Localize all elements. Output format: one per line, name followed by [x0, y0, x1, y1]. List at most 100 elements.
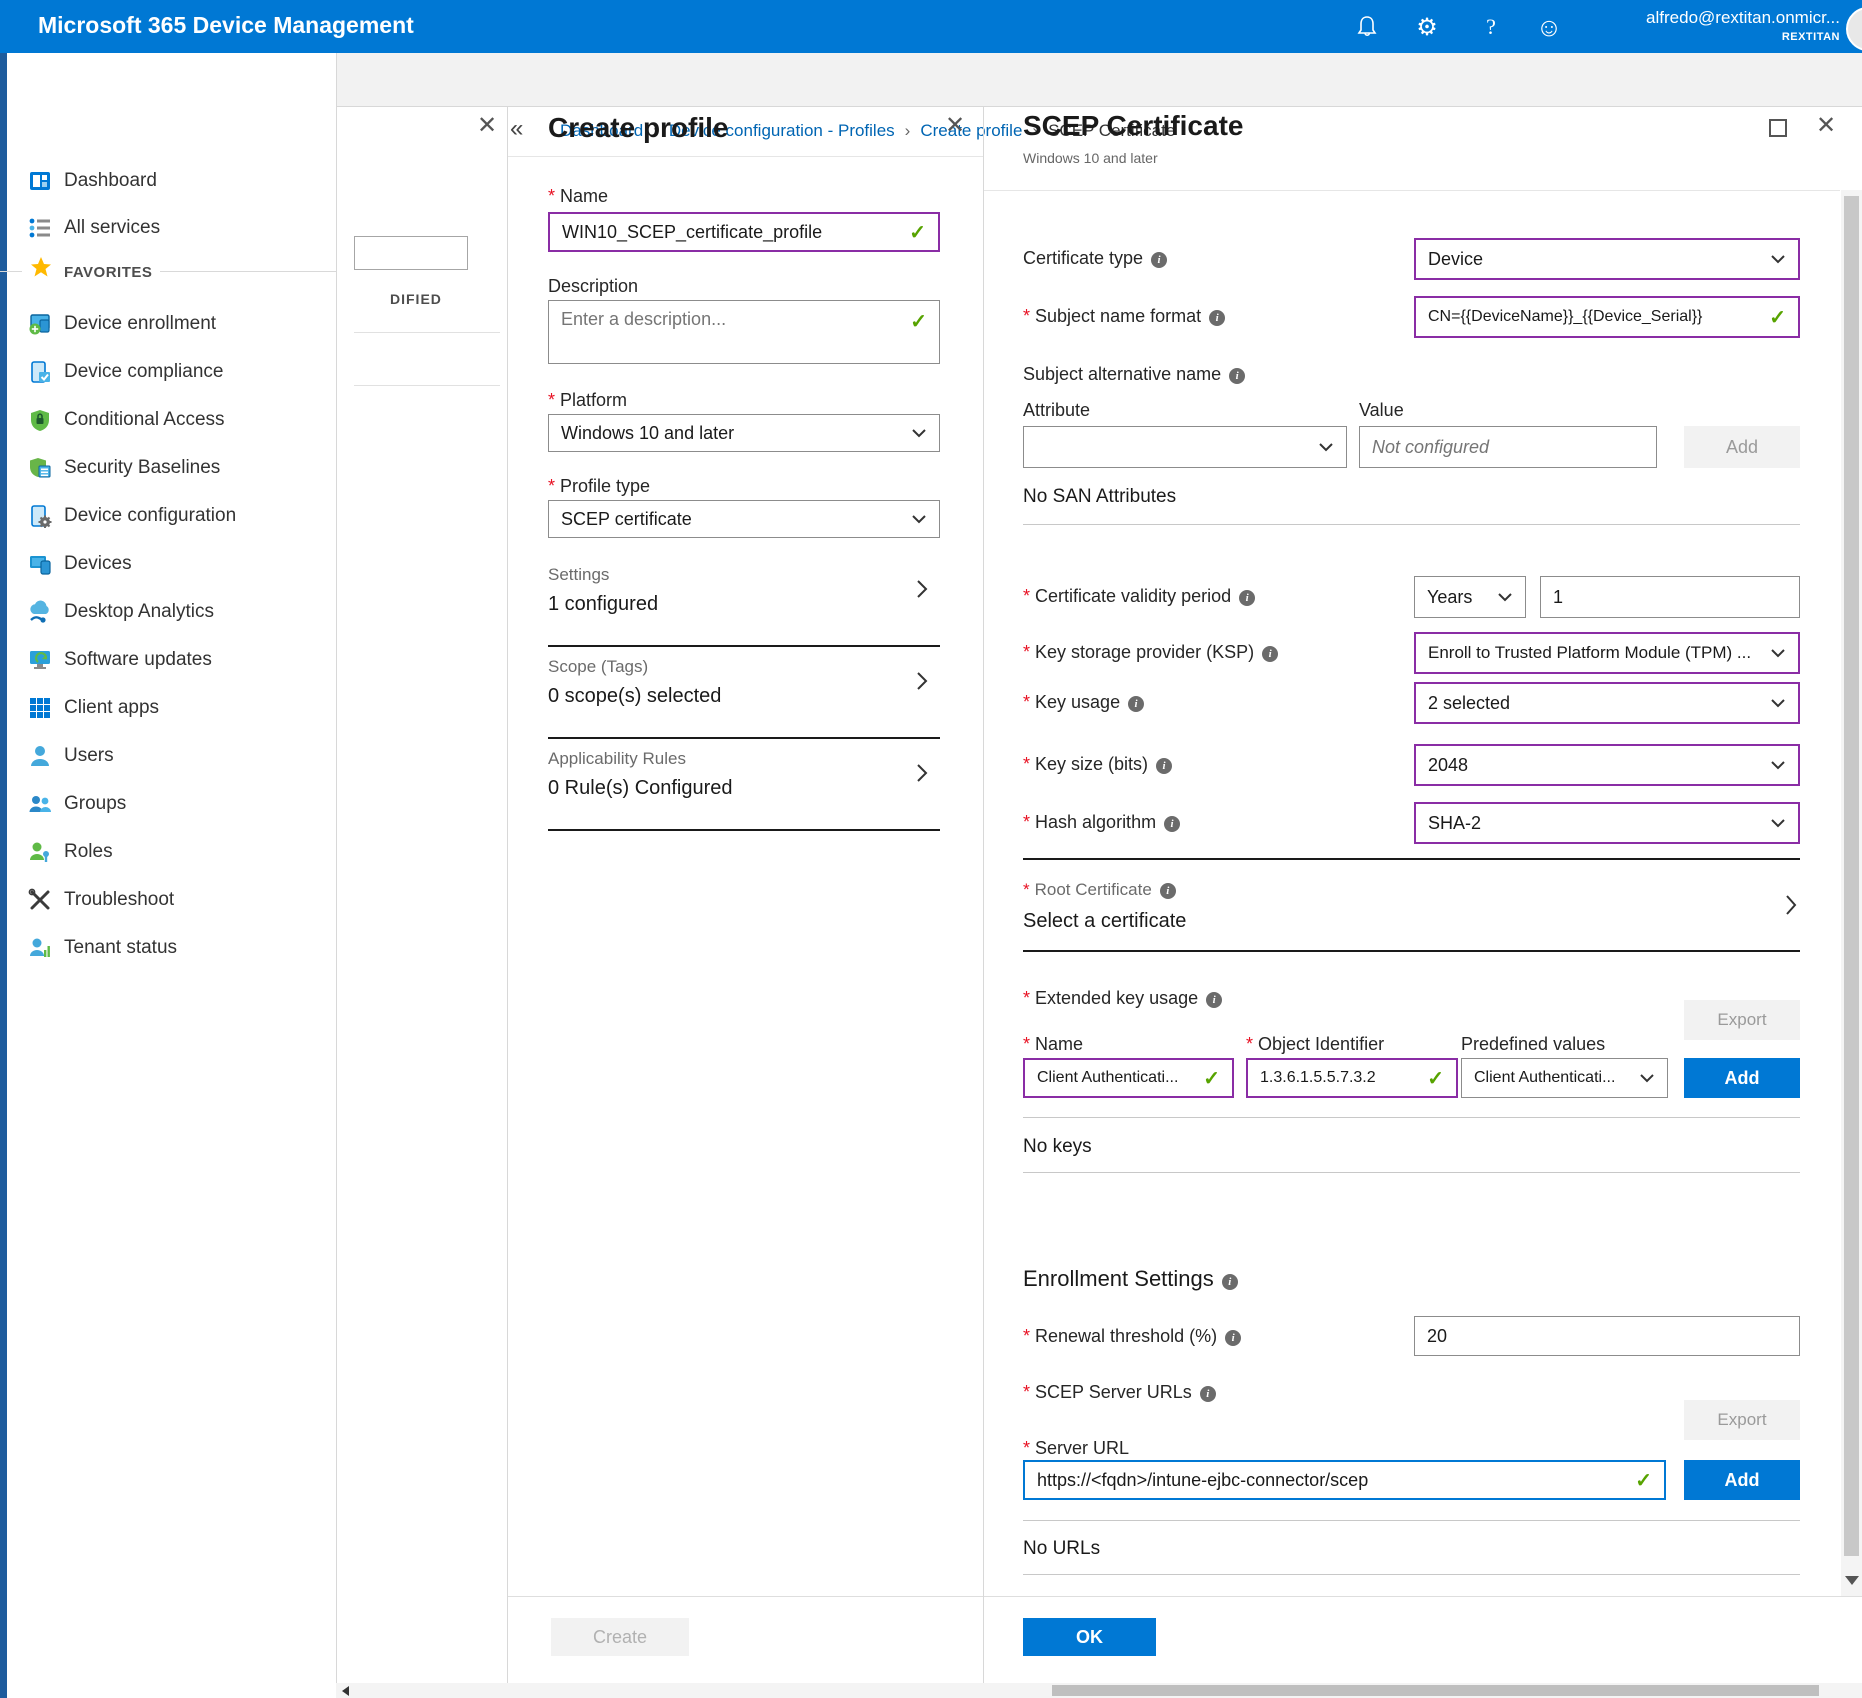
scep-server-urls-label: *SCEP Server URLsi — [1023, 1382, 1216, 1403]
info-icon[interactable]: i — [1239, 590, 1255, 606]
info-icon[interactable]: i — [1262, 646, 1278, 662]
sidebar-item-device-configuration[interactable]: Device configuration — [0, 496, 335, 536]
ksp-select[interactable]: Enroll to Trusted Platform Module (TPM) … — [1414, 632, 1800, 674]
renewal-threshold-field[interactable] — [1414, 1316, 1800, 1356]
device-management-portal: Microsoft 365 Device Management ⚙ ? ☺ al… — [0, 0, 1862, 1698]
sidebar-item-users[interactable]: Users — [0, 736, 335, 776]
divider — [508, 156, 983, 157]
scroll-left-arrow-icon[interactable] — [342, 1686, 349, 1696]
info-icon[interactable]: i — [1209, 310, 1225, 326]
key-usage-label: *Key usagei — [1023, 692, 1144, 713]
info-icon[interactable]: i — [1128, 696, 1144, 712]
san-attribute-select[interactable] — [1023, 426, 1347, 468]
profiles-search-input[interactable] — [354, 236, 468, 270]
sidebar-item-dashboard[interactable]: Dashboard — [0, 161, 335, 201]
eku-predefined-select[interactable]: Client Authenticati... — [1461, 1058, 1668, 1098]
sidebar-item-troubleshoot[interactable]: Troubleshoot — [0, 880, 335, 920]
info-icon[interactable]: i — [1225, 1330, 1241, 1346]
subject-name-format-input[interactable] — [1428, 308, 1761, 326]
root-certificate-section-row[interactable]: *Root Certificatei Select a certificate — [1023, 880, 1800, 944]
info-icon[interactable]: i — [1200, 1386, 1216, 1402]
sidebar-item-client-apps[interactable]: Client apps — [0, 688, 335, 728]
sidebar-item-security-baselines[interactable]: Security Baselines — [0, 448, 335, 488]
info-icon[interactable]: i — [1151, 252, 1167, 268]
maximize-icon[interactable] — [1768, 118, 1788, 138]
sidebar-item-devices[interactable]: Devices — [0, 544, 335, 584]
validity-value-input[interactable] — [1553, 587, 1787, 608]
hash-algorithm-label: *Hash algorithmi — [1023, 812, 1180, 833]
settings-gear-icon[interactable]: ⚙ — [1412, 13, 1442, 41]
feedback-smiley-icon[interactable]: ☺ — [1534, 13, 1564, 41]
horizontal-scrollbar-thumb[interactable] — [1052, 1685, 1819, 1696]
info-icon[interactable]: i — [1160, 883, 1176, 899]
name-field[interactable]: ✓ — [548, 212, 940, 252]
url-add-button[interactable]: Add — [1684, 1460, 1800, 1500]
scope-tags-section-row[interactable]: Scope (Tags) 0 scope(s) selected — [548, 657, 940, 737]
close-icon[interactable]: ✕ — [477, 114, 497, 138]
applicability-rules-section-row[interactable]: Applicability Rules 0 Rule(s) Configured — [548, 749, 940, 829]
profile-type-select[interactable]: SCEP certificate — [548, 500, 940, 538]
server-url-input[interactable] — [1037, 1470, 1627, 1491]
breadcrumb-create-profile[interactable]: Create profile — [920, 121, 1022, 141]
platform-select[interactable]: Windows 10 and later — [548, 414, 940, 452]
certificate-type-select[interactable]: Device — [1414, 238, 1800, 280]
validity-value-field[interactable] — [1540, 576, 1800, 618]
user-email[interactable]: alfredo@rextitan.onmicr... — [1646, 8, 1840, 28]
chevron-down-icon — [1497, 592, 1513, 602]
renewal-threshold-input[interactable] — [1427, 1326, 1787, 1347]
divider — [984, 1596, 1862, 1597]
name-input[interactable] — [562, 222, 901, 243]
description-field[interactable]: ✓ — [548, 300, 940, 364]
eku-name-field[interactable]: ✓ — [1023, 1058, 1234, 1098]
favorites-label: FAVORITES — [64, 264, 152, 281]
urls-export-button[interactable]: Export — [1684, 1400, 1800, 1440]
sidebar-item-groups[interactable]: Groups — [0, 784, 335, 824]
info-icon[interactable]: i — [1156, 758, 1172, 774]
required-asterisk: * — [1023, 880, 1030, 899]
validity-unit-select[interactable]: Years — [1414, 576, 1526, 618]
sidebar-item-desktop-analytics[interactable]: Desktop Analytics — [0, 592, 335, 632]
eku-oid-input[interactable] — [1260, 1069, 1419, 1087]
subject-name-format-field[interactable]: ✓ — [1414, 296, 1800, 338]
key-size-label: *Key size (bits)i — [1023, 754, 1172, 775]
san-add-button[interactable]: Add — [1684, 426, 1800, 468]
required-asterisk: * — [1023, 1034, 1030, 1054]
sidebar-item-roles[interactable]: Roles — [0, 832, 335, 872]
scroll-down-arrow-icon[interactable] — [1845, 1576, 1859, 1585]
avatar[interactable] — [1846, 7, 1862, 51]
eku-name-input[interactable] — [1037, 1069, 1195, 1087]
info-icon[interactable]: i — [1206, 992, 1222, 1008]
san-value-field[interactable] — [1359, 426, 1657, 468]
close-icon[interactable]: ✕ — [1816, 114, 1836, 138]
sidebar-item-device-compliance[interactable]: Device compliance — [0, 352, 335, 392]
info-icon[interactable]: i — [1229, 368, 1245, 384]
vertical-scrollbar-thumb[interactable] — [1844, 196, 1859, 1556]
sidebar-item-all-services[interactable]: All services — [0, 208, 335, 248]
server-url-field[interactable]: ✓ — [1023, 1460, 1666, 1500]
help-icon[interactable]: ? — [1476, 13, 1506, 41]
sidebar-collapse-icon[interactable]: « — [510, 115, 523, 143]
hash-algorithm-select[interactable]: SHA-2 — [1414, 802, 1800, 844]
eku-oid-field[interactable]: ✓ — [1246, 1058, 1458, 1098]
chevron-down-icon — [1770, 698, 1786, 708]
settings-section-row[interactable]: Settings 1 configured — [548, 565, 940, 645]
sidebar-item-tenant-status[interactable]: Tenant status — [0, 928, 335, 968]
close-icon[interactable]: ✕ — [945, 114, 965, 138]
sidebar-item-device-enrollment[interactable]: Device enrollment — [0, 304, 335, 344]
info-icon[interactable]: i — [1222, 1274, 1238, 1290]
san-value-input[interactable] — [1372, 437, 1644, 458]
valid-check-icon: ✓ — [910, 309, 927, 334]
ok-button[interactable]: OK — [1023, 1618, 1156, 1656]
sidebar-item-software-updates[interactable]: Software updates — [0, 640, 335, 680]
eku-add-button[interactable]: Add — [1684, 1058, 1800, 1098]
create-button[interactable]: Create — [551, 1618, 689, 1656]
description-input[interactable] — [561, 309, 902, 351]
sidebar-item-conditional-access[interactable]: Conditional Access — [0, 400, 335, 440]
notifications-bell-icon[interactable] — [1352, 13, 1382, 41]
ksp-label: *Key storage provider (KSP)i — [1023, 642, 1278, 663]
eku-export-button[interactable]: Export — [1684, 1000, 1800, 1040]
key-size-select[interactable]: 2048 — [1414, 744, 1800, 786]
info-icon[interactable]: i — [1164, 816, 1180, 832]
key-usage-select[interactable]: 2 selected — [1414, 682, 1800, 724]
tenant-status-icon — [28, 936, 52, 960]
